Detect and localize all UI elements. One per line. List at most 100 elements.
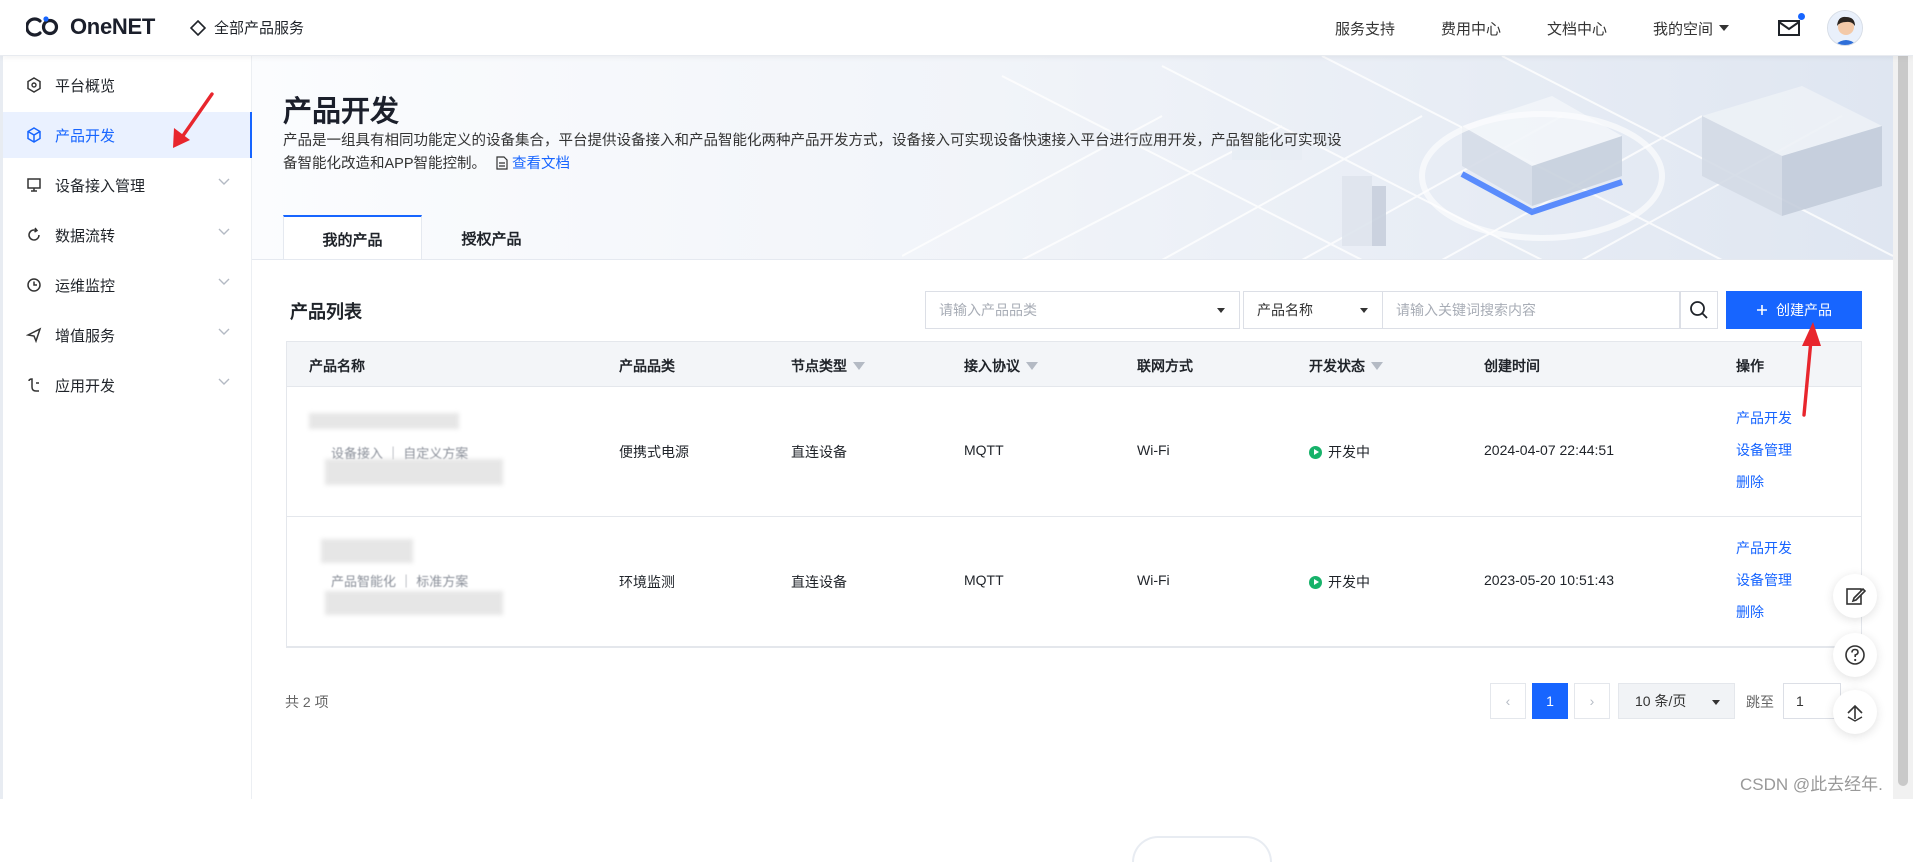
col-label: 创建时间 [1484, 358, 1540, 374]
col-created-time: 创建时间 [1484, 356, 1540, 376]
prev-page-button[interactable]: ‹ [1490, 683, 1526, 719]
plus-icon [1757, 305, 1767, 315]
status-badge: 开发中 [1309, 572, 1370, 592]
product-subtitle: 产品智能化 ｜ 标准方案 [331, 574, 469, 589]
feedback-button[interactable] [1833, 574, 1877, 618]
help-button[interactable] [1833, 633, 1877, 677]
create-product-label: 创建产品 [1776, 302, 1832, 318]
arrow-up-circle-icon [1847, 704, 1863, 722]
filter-icon[interactable] [1371, 362, 1383, 370]
avatar[interactable] [1827, 10, 1863, 46]
sidebar: 平台概览 产品开发 设备接入管理 数据流转 运维监控 增值服务 应用开发 [0, 56, 252, 799]
sidebar-item-value-added[interactable]: 增值服务 [3, 312, 252, 358]
device-manage-link[interactable]: 设备管理 [1736, 571, 1792, 589]
refresh-icon [25, 226, 43, 244]
jump-to-label: 跳至 [1746, 694, 1774, 710]
sidebar-item-device-access[interactable]: 设备接入管理 [3, 162, 252, 208]
mail-button[interactable] [1777, 13, 1805, 40]
scrollbar-thumb[interactable] [1898, 6, 1908, 786]
view-docs-label: 查看文档 [512, 156, 571, 172]
top-nav: 服务支持 费用中心 文档中心 我的空间 [1335, 0, 1913, 56]
create-product-button[interactable]: 创建产品 [1726, 291, 1862, 329]
product-tabs: 我的产品 授权产品 [283, 215, 561, 259]
device-manage-link[interactable]: 设备管理 [1736, 441, 1792, 459]
tab-my-products[interactable]: 我的产品 [283, 215, 422, 259]
sidebar-item-product-dev[interactable]: 产品开发 [3, 112, 252, 158]
mail-icon [1778, 20, 1800, 36]
total-count: 共 2 项 [285, 694, 329, 710]
page-size-select[interactable]: 10 条/页 [1618, 683, 1735, 719]
top-bar: OneNET 全部产品服务 服务支持 费用中心 文档中心 我的空间 [0, 0, 1913, 56]
table-row: 产品智能化 ｜ 标准方案 环境监测 直连设备 MQTT Wi-Fi 开发中 20… [287, 517, 1861, 647]
onenet-logo[interactable]: OneNET [26, 14, 155, 40]
all-services-menu[interactable]: 全部产品服务 [190, 17, 304, 38]
delete-link[interactable]: 删除 [1736, 473, 1792, 491]
page-scrollbar[interactable] [1893, 0, 1913, 799]
sidebar-item-app-dev[interactable]: 应用开发 [3, 362, 252, 408]
table-header: 产品名称 产品品类 节点类型 接入协议 联网方式 开发状态 创建时间 操作 [287, 342, 1861, 387]
col-dev-status: 开发状态 [1309, 356, 1383, 376]
sidebar-item-label: 增值服务 [55, 327, 116, 345]
cube-icon [25, 126, 43, 144]
redacted-product-name [321, 539, 413, 563]
col-label: 开发状态 [1309, 358, 1365, 374]
back-to-top-button[interactable] [1833, 690, 1877, 734]
play-icon [1309, 575, 1322, 589]
redacted-product-name [309, 413, 459, 429]
protocol: MQTT [964, 572, 1004, 588]
filter-icon[interactable] [1026, 362, 1038, 370]
brand-name: OneNET [70, 14, 155, 39]
protocol: MQTT [964, 442, 1004, 458]
app-dev-icon [25, 376, 43, 394]
row-actions: 产品开发 设备管理 删除 [1736, 539, 1792, 621]
search-field-select[interactable]: 产品名称 [1243, 291, 1383, 329]
category-select[interactable]: 请输入产品品类 [925, 291, 1240, 329]
chevron-down-icon [218, 378, 230, 385]
chevron-down-icon [218, 278, 230, 285]
nav-billing-center[interactable]: 费用中心 [1441, 18, 1501, 39]
product-dev-link[interactable]: 产品开发 [1736, 539, 1792, 557]
send-icon [25, 326, 43, 344]
nav-service-support[interactable]: 服务支持 [1335, 18, 1395, 39]
caret-down-icon [1712, 700, 1720, 705]
table-row: 设备接入 ｜ 自定义方案 便携式电源 直连设备 MQTT Wi-Fi 开发中 2… [287, 387, 1861, 517]
watermark: CSDN @此去经年. [1740, 775, 1883, 794]
col-label: 接入协议 [964, 358, 1020, 374]
caret-down-icon [1360, 308, 1368, 313]
edit-icon [1846, 587, 1866, 605]
loading-indicator [1132, 836, 1272, 862]
my-space-menu[interactable]: 我的空间 [1653, 18, 1729, 39]
clock-icon [25, 276, 43, 294]
sidebar-item-data-flow[interactable]: 数据流转 [3, 212, 252, 258]
network: Wi-Fi [1137, 572, 1170, 588]
nav-docs-center[interactable]: 文档中心 [1547, 18, 1607, 39]
delete-link[interactable]: 删除 [1736, 603, 1792, 621]
play-icon [1309, 445, 1322, 459]
all-services-label: 全部产品服务 [214, 20, 305, 37]
product-dev-link[interactable]: 产品开发 [1736, 409, 1792, 427]
page-number-current[interactable]: 1 [1532, 683, 1568, 719]
view-docs-link[interactable]: 查看文档 [490, 156, 570, 172]
redacted-block [325, 591, 503, 615]
product-list-title: 产品列表 [290, 302, 362, 322]
search-field-value: 产品名称 [1257, 302, 1313, 318]
user-avatar-icon [1828, 11, 1862, 45]
tab-authorized-products[interactable]: 授权产品 [422, 215, 561, 259]
sidebar-item-platform-overview[interactable]: 平台概览 [3, 62, 252, 108]
search-button[interactable] [1680, 291, 1718, 329]
filter-icon[interactable] [853, 362, 865, 370]
col-label: 产品名称 [309, 358, 365, 374]
document-icon [496, 156, 508, 170]
col-node-type: 节点类型 [791, 356, 865, 376]
col-label: 节点类型 [791, 358, 847, 374]
sidebar-item-label: 产品开发 [55, 127, 116, 145]
sidebar-item-ops-monitor[interactable]: 运维监控 [3, 262, 252, 308]
page-description-tail: 备智能化改造和APP智能控制。 [283, 156, 487, 172]
search-icon [1690, 301, 1708, 319]
sidebar-item-label: 平台概览 [55, 77, 116, 95]
sidebar-item-label: 设备接入管理 [55, 177, 146, 195]
next-page-button[interactable]: › [1574, 683, 1610, 719]
page-description-line: 备智能化改造和APP智能控制。 查看文档 [283, 153, 1408, 176]
product-table: 产品名称 产品品类 节点类型 接入协议 联网方式 开发状态 创建时间 操作 设备… [286, 341, 1862, 648]
keyword-search-input[interactable]: 请输入关键词搜索内容 [1382, 291, 1680, 329]
